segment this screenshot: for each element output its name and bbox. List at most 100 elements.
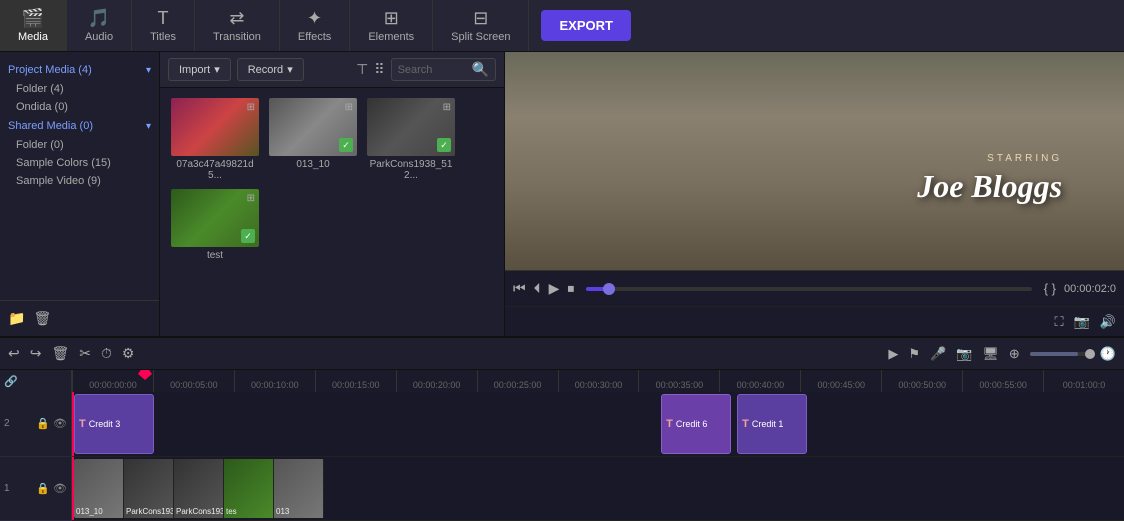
import-label: Import [179,64,210,76]
volume-icon[interactable]: 🔊 [1100,314,1116,330]
import-button[interactable]: Import ▾ [168,58,231,81]
clip-credit1-label: T Credit 1 [742,418,783,430]
duration-icon[interactable]: ⏱ [101,345,112,362]
timeline-toolbar: ↩ ↪ 🗑 ✂ ⏱ ⚙ ▶ ⚑ 🎤 📷 🖥 ⊕ 🕐 [0,338,1124,370]
sidebar-item-sample-colors[interactable]: Sample Colors (15) [0,154,159,172]
toolbar-transition-label: Transition [213,31,261,43]
cut-icon[interactable]: ✂ [79,345,91,362]
ruler-mark-11: 00:00:55:00 [962,370,1043,392]
media-filter-icons: ⊤ ⠿ 🔍 [356,58,496,81]
clip-credit3[interactable]: T Credit 3 [74,394,154,454]
playhead-line-track1 [72,457,74,521]
search-input[interactable] [398,64,468,76]
thumb-check-3: ✓ [241,229,255,243]
sidebar-item-folder[interactable]: Folder (4) [0,80,159,98]
delete-folder-icon[interactable]: 🗑 [33,310,51,327]
tl-clock-icon[interactable]: 🕐 [1100,346,1116,362]
play-button[interactable]: ▶ [549,280,560,297]
timeline-area: ↩ ↪ 🗑 ✂ ⏱ ⚙ ▶ ⚑ 🎤 📷 🖥 ⊕ 🕐 🔗 00:0 [0,336,1124,521]
ruler-mark-12: 00:01:00:0 [1043,370,1124,392]
ruler-marks: 00:00:00:00 00:00:05:00 00:00:10:00 00:0… [72,370,1124,392]
preview-text-overlay: STARRING Joe Bloggs [917,153,1062,205]
tl-marker-icon[interactable]: ⚑ [908,346,920,362]
snapshot-icon[interactable]: 📷 [1074,314,1090,330]
starring-text: STARRING [917,153,1062,164]
strip-item-013: 013_10 [74,459,124,519]
transition-icon: ⇄ [229,8,244,29]
fullscreen-icon[interactable]: ⛶ [1055,314,1064,330]
filter-icon[interactable]: ⊤ [356,61,368,78]
left-panel-tree: Project Media (4) ▾ Folder (4) Ondida (0… [0,52,159,300]
sidebar-item-shared-folder[interactable]: Folder (0) [0,136,159,154]
tl-screen-icon[interactable]: 🖥 [982,346,999,362]
ruler-left: 🔗 [0,370,72,392]
stop-button[interactable]: ⏹ [567,280,574,297]
media-item-3[interactable]: ⊞ ✓ test [170,189,260,261]
time-display: 00:00:02:0 [1064,283,1116,295]
track-2-id: 2 [4,418,10,429]
grid-icon[interactable]: ⠿ [374,61,384,78]
skip-back-button[interactable]: ⏮ [513,280,526,297]
strip-label-013b: 013 [276,507,289,516]
delete-icon[interactable]: 🗑 [51,345,69,362]
record-chevron-icon: ▾ [287,63,293,76]
clip-credit6-label: T Credit 6 [666,418,707,430]
shared-media-section[interactable]: Shared Media (0) ▾ [0,116,159,136]
undo-icon[interactable]: ↩ [8,345,20,362]
bracket-left-icon[interactable]: { } [1044,281,1056,296]
splitscreen-icon: ⊟ [473,8,488,29]
thumb-check-1: ✓ [339,138,353,152]
toolbar-media[interactable]: 🎬 Media [0,0,67,51]
tl-mic-icon[interactable]: 🎤 [930,346,946,362]
main-area: Project Media (4) ▾ Folder (4) Ondida (0… [0,52,1124,336]
ruler-mark-8: 00:00:40:00 [719,370,800,392]
track-lock-icon[interactable]: 🔒 [36,417,50,430]
tl-zoom-slider[interactable] [1030,352,1090,356]
ondida-label: Ondida (0) [16,101,68,113]
track1-lock-icon[interactable]: 🔒 [36,482,50,495]
toolbar-transition[interactable]: ⇄ Transition [195,0,280,51]
sidebar-item-sample-video[interactable]: Sample Video (9) [0,172,159,190]
toolbar-splitscreen[interactable]: ⊟ Split Screen [433,0,529,51]
record-button[interactable]: Record ▾ [237,58,304,81]
redo-icon[interactable]: ↪ [30,345,42,362]
tl-play-icon[interactable]: ▶ [888,346,898,362]
clip-credit6[interactable]: T Credit 6 [661,394,731,454]
add-folder-icon[interactable]: 📁 [8,310,25,327]
tl-camera-icon[interactable]: 📷 [956,346,972,362]
tl-plus-icon[interactable]: ⊕ [1009,346,1020,362]
step-back-button[interactable]: ⏴ [534,280,541,297]
ruler-mark-7: 00:00:35:00 [638,370,719,392]
media-item-2[interactable]: ⊞ ✓ ParkCons1938_512... [366,98,456,181]
toolbar-effects[interactable]: ✦ Effects [280,0,350,51]
media-item-1[interactable]: ⊞ ✓ 013_10 [268,98,358,181]
track-eye-icon[interactable]: 👁 [53,417,67,430]
project-media-section[interactable]: Project Media (4) ▾ [0,60,159,80]
toolbar-effects-label: Effects [298,31,331,43]
media-thumbnail-1: ⊞ ✓ [269,98,357,156]
media-grid: ⊞ 07a3c47a49821d5... ⊞ ✓ 013_10 ⊞ ✓ Park… [160,88,504,336]
elements-icon: ⊞ [384,8,399,29]
media-item-0[interactable]: ⊞ 07a3c47a49821d5... [170,98,260,181]
toolbar-titles[interactable]: T Titles [132,0,195,51]
toolbar-elements[interactable]: ⊞ Elements [350,0,433,51]
link-icon[interactable]: 🔗 [4,375,18,388]
toolbar-audio[interactable]: 🎵 Audio [67,0,132,51]
preview-area: STARRING Joe Bloggs [505,52,1124,270]
ruler-mark-5: 00:00:25:00 [477,370,558,392]
clip-credit1[interactable]: T Credit 1 [737,394,807,454]
thumb-grid-icon-2: ⊞ [443,102,451,113]
ruler-mark-3: 00:00:15:00 [315,370,396,392]
export-button[interactable]: EXPORT [541,10,630,41]
track-1-id: 1 [4,483,10,494]
sidebar-item-ondida[interactable]: Ondida (0) [0,98,159,116]
adjust-icon[interactable]: ⚙ [122,345,135,362]
timeline-tracks: 2 🔒 👁 1 🔒 👁 [0,392,1124,521]
timeline-ruler: 🔗 00:00:00:00 00:00:05:00 00:00:10:00 00… [0,370,1124,392]
record-label: Record [248,64,283,76]
track1-eye-icon[interactable]: 👁 [53,482,67,495]
sample-colors-label: Sample Colors (15) [16,157,111,169]
playback-progress-bar[interactable] [586,287,1031,291]
strip-item-park1: ParkCons1938_51 [124,459,174,519]
folder-label: Folder (4) [16,83,64,95]
